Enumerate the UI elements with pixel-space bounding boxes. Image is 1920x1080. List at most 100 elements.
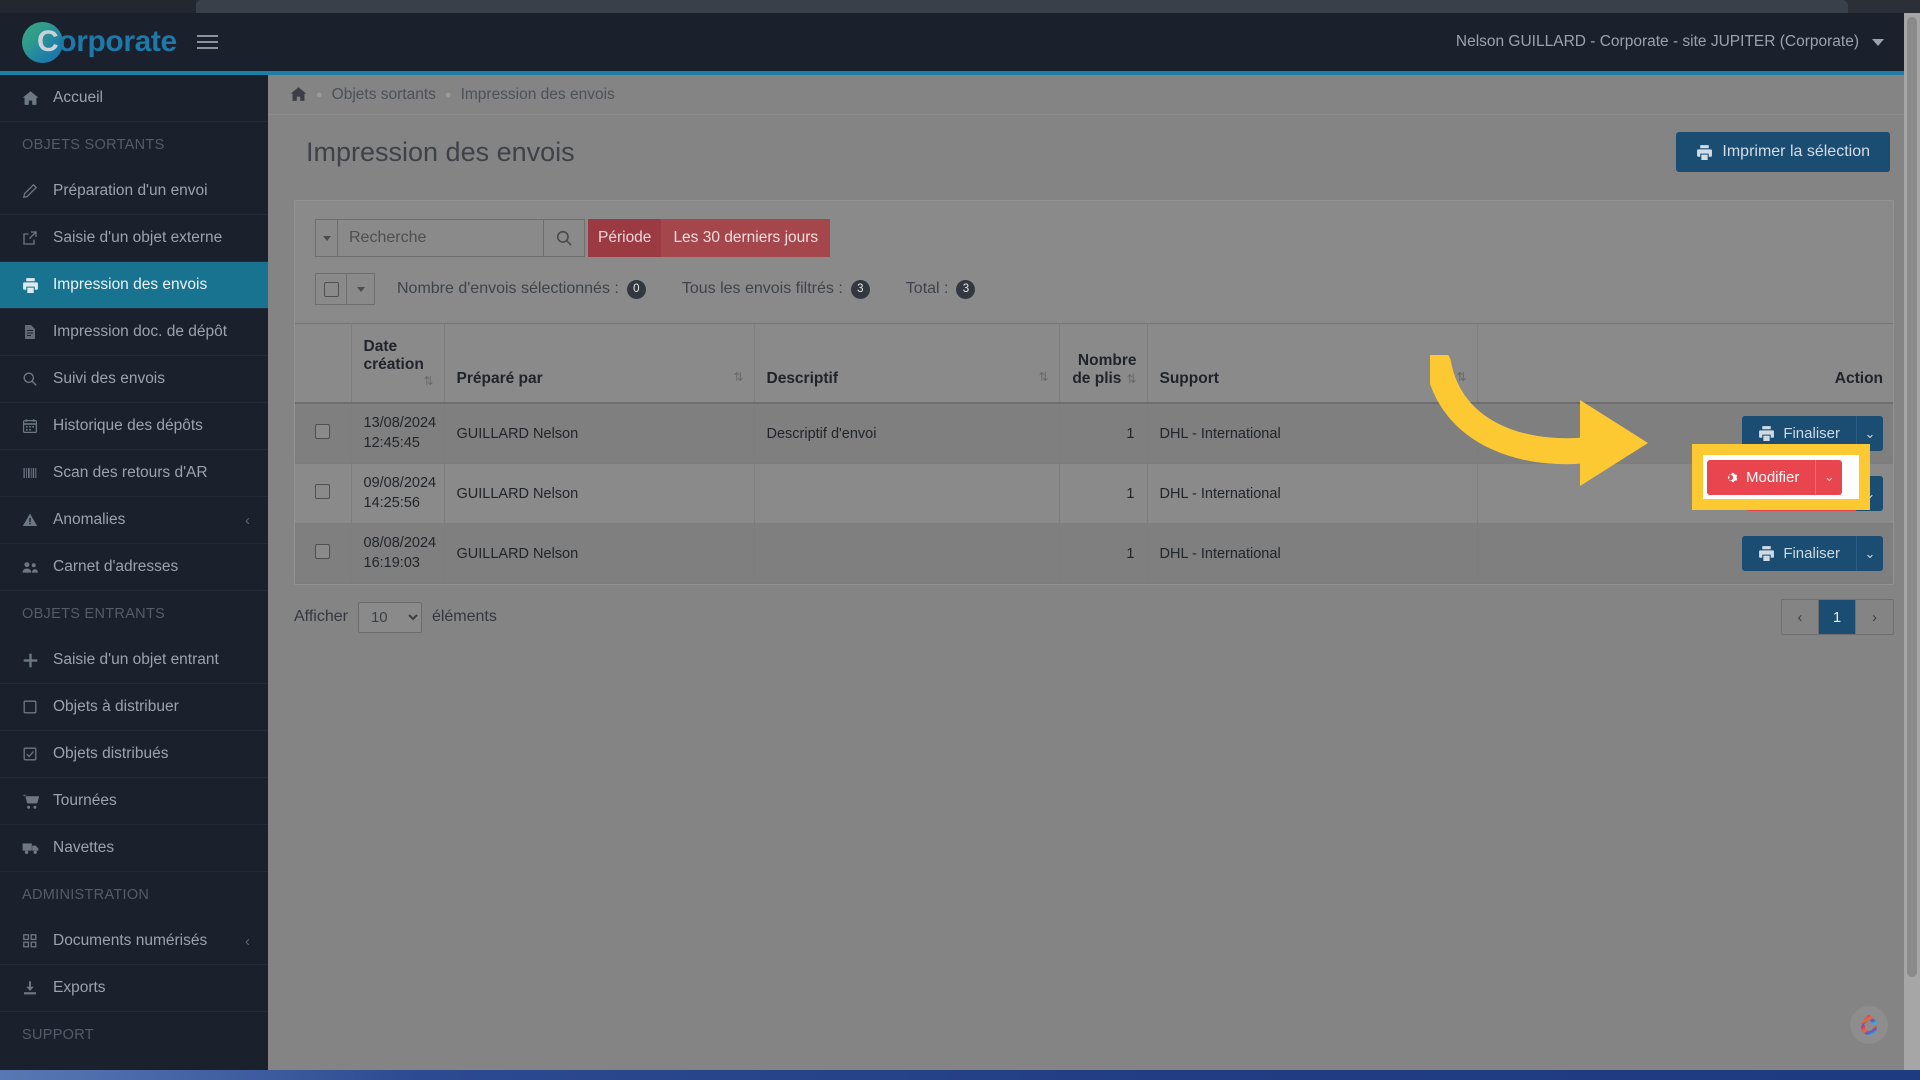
scroll-top-widget[interactable] — [1850, 1006, 1888, 1044]
row-checkbox[interactable] — [315, 424, 331, 440]
count-selected: Nombre d'envois sélectionnés : 0 — [397, 279, 646, 299]
sidebar-item-saisie-d-un-objet-entrant[interactable]: Saisie d'un objet entrant — [0, 637, 268, 684]
select-all-dropdown[interactable] — [347, 273, 375, 305]
sidebar-item-objets-distribuer[interactable]: Objets à distribuer — [0, 684, 268, 731]
th-descriptif-label: Descriptif — [766, 370, 839, 387]
user-menu[interactable]: Nelson GUILLARD - Corporate - site JUPIT… — [1456, 33, 1884, 51]
count-total: Total : 3 — [905, 279, 976, 299]
sidebar-section-label: OBJETS ENTRANTS — [22, 606, 166, 622]
sidebar-item-label: Préparation d'un envoi — [53, 182, 208, 199]
th-descriptif[interactable]: Descriptif ⇅ — [754, 323, 1060, 404]
cell-action: Finaliser ⌄ — [1477, 523, 1893, 585]
cell-time: 14:25:56 — [363, 494, 420, 511]
printer-icon — [1758, 425, 1775, 442]
caret-down-icon — [322, 235, 331, 241]
browser-tab[interactable] — [196, 0, 1848, 13]
table-header-row: Date création ⇅ Préparé par ⇅ Descriptif ⇅ N… — [295, 323, 1893, 404]
select-all-checkbox[interactable] — [323, 281, 339, 297]
sidebar-item-impression-doc-de-d-p-t[interactable]: Impression doc. de dépôt — [0, 309, 268, 356]
search-input[interactable] — [337, 219, 543, 257]
home-icon[interactable] — [290, 86, 307, 103]
page-size-select[interactable]: 102550100 — [357, 601, 422, 633]
th-date-creation-label: Date création — [363, 338, 424, 373]
cell-date: 09/08/2024 — [363, 475, 437, 492]
table-row[interactable]: 08/08/2024 16:19:03 GUILLARD Nelson 1 DHL - … — [295, 523, 1893, 585]
sidebar-item-objets-distribu-s[interactable]: Objets distribués — [0, 731, 268, 778]
breadcrumb-item-1[interactable]: Impression des envois — [461, 86, 615, 104]
top-bar: Corporate Nelson GUILLARD - Corporate - … — [0, 13, 1920, 71]
sidebar-item-label: Suivi des envois — [53, 370, 166, 387]
page-scrollbar[interactable] — [1904, 13, 1920, 1070]
sidebar-section-label: ADMINISTRATION — [22, 887, 150, 903]
cell-descriptif: Descriptif d'envoi — [754, 403, 1060, 465]
scrollbar-thumb[interactable] — [1907, 17, 1917, 977]
sidebar-item-anomalies[interactable]: Anomalies ‹ — [0, 497, 268, 544]
print-selection-button[interactable]: Imprimer la sélection — [1676, 132, 1890, 172]
th-prepare-par[interactable]: Préparé par ⇅ — [444, 323, 755, 404]
envois-panel: Période Les 30 derniers jours Nombre d'e… — [294, 200, 1894, 586]
table-row[interactable]: 09/08/2024 14:25:56 GUILLARD Nelson 1 DHL - … — [295, 463, 1893, 525]
select-all-checkbox-cell[interactable] — [315, 273, 347, 305]
sort-desc-icon: ⇅ — [423, 374, 434, 388]
modifier-button[interactable]: Modifier — [1707, 459, 1816, 495]
row-checkbox-cell[interactable] — [295, 523, 352, 585]
finaliser-button[interactable]: Finaliser — [1742, 536, 1856, 572]
row-checkbox[interactable] — [315, 484, 331, 500]
show-label: Afficher — [294, 608, 348, 626]
sidebar-item-carnet-d-adresses[interactable]: Carnet d'adresses — [0, 544, 268, 591]
row-checkbox-cell[interactable] — [295, 463, 352, 525]
action-dropdown-caret[interactable]: ⌄ — [1856, 536, 1883, 572]
calendar-icon — [22, 418, 48, 434]
sort-icon: ⇅ — [1038, 370, 1049, 384]
row-checkbox[interactable] — [315, 544, 331, 560]
search-scope-dropdown[interactable] — [315, 219, 337, 257]
action-button-group[interactable]: Finaliser ⌄ — [1742, 536, 1883, 572]
sidebar-item-navettes[interactable]: Navettes — [0, 825, 268, 872]
count-selected-badge: 0 — [626, 279, 646, 299]
sidebar: Accueil OBJETS SORTANTS Préparation d'un e… — [0, 75, 268, 1070]
search-group — [315, 219, 585, 257]
modifier-button-group[interactable]: Modifier ⌄ — [1707, 459, 1843, 495]
th-nombre-de-plis[interactable]: Nombre de plis ⇅ — [1059, 323, 1148, 404]
sidebar-item-documents-num-ris-s[interactable]: Documents numérisés ‹ — [0, 918, 268, 965]
breadcrumb-item-0[interactable]: Objets sortants — [332, 86, 436, 104]
cell-descriptif — [754, 463, 1060, 525]
chevron-down-icon — [1872, 38, 1884, 46]
sidebar-item-suivi-des-envois[interactable]: Suivi des envois — [0, 356, 268, 403]
sidebar-item-impression-des-envois[interactable]: Impression des envois — [0, 262, 268, 309]
sidebar-item-historique-des-d-p-ts[interactable]: Historique des dépôts — [0, 403, 268, 450]
pagination-bar: Afficher 102550100 éléments ‹ 1 › — [268, 585, 1920, 643]
th-support[interactable]: Support ⇅ — [1147, 323, 1478, 404]
sidebar-item-label: Accueil — [53, 89, 103, 106]
file-icon — [22, 324, 48, 340]
count-total-label: Total : — [905, 280, 949, 297]
sidebar-item-label: Saisie d'un objet entrant — [53, 651, 219, 668]
th-date-creation[interactable]: Date création ⇅ — [351, 323, 445, 404]
brand-logo[interactable]: Corporate — [0, 21, 268, 63]
gear-icon — [1723, 470, 1738, 485]
pager-page-1[interactable]: 1 — [1819, 600, 1856, 635]
table-head: Date création ⇅ Préparé par ⇅ Descriptif ⇅ N… — [295, 323, 1893, 404]
sidebar-item-exports[interactable]: Exports — [0, 965, 268, 1012]
period-filter-value: Les 30 derniers jours — [661, 219, 831, 257]
pager-next[interactable]: › — [1856, 600, 1893, 634]
sidebar-item-saisie-d-un-objet-externe[interactable]: Saisie d'un objet externe — [0, 215, 268, 262]
th-support-label: Support — [1159, 370, 1219, 387]
sidebar-item-tourn-es[interactable]: Tournées — [0, 778, 268, 825]
table-row[interactable]: 13/08/2024 12:45:45 GUILLARD Nelson Descrip… — [295, 403, 1893, 465]
cell-support: DHL - International — [1147, 523, 1478, 585]
breadcrumb-separator: ● — [316, 88, 323, 101]
sidebar-item-scan-des-retours-d-ar[interactable]: Scan des retours d'AR — [0, 450, 268, 497]
pager-prev[interactable]: ‹ — [1782, 600, 1819, 635]
printer-icon — [1758, 545, 1775, 562]
hamburger-icon[interactable] — [196, 35, 218, 49]
modifier-dropdown-caret[interactable]: ⌄ — [1815, 459, 1843, 495]
sidebar-item-pr-paration-d-un-envoi[interactable]: Préparation d'un envoi — [0, 168, 268, 215]
cell-time: 12:45:45 — [363, 434, 420, 451]
truck-icon — [22, 840, 48, 856]
barcode-icon — [22, 465, 48, 481]
period-filter-tag[interactable]: Période Les 30 derniers jours — [588, 219, 831, 257]
sidebar-item-accueil[interactable]: Accueil — [0, 75, 268, 122]
row-checkbox-cell[interactable] — [295, 403, 352, 465]
search-button[interactable] — [543, 219, 585, 257]
